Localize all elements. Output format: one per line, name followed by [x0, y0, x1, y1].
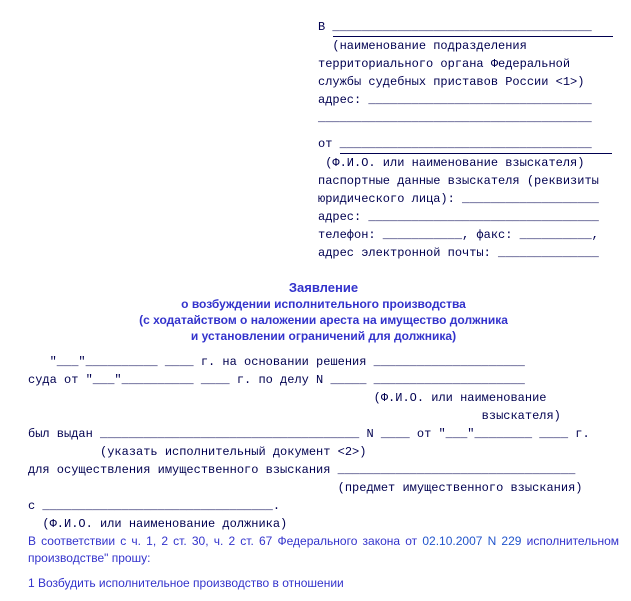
body-line-4: взыскателя) [28, 407, 619, 425]
body-line-2: суда от "___"__________ ____ г. по делу … [28, 371, 619, 389]
doc-title: Заявление [28, 280, 619, 295]
to-line: В ____________________________________ [318, 18, 619, 36]
body-line-8: (предмет имущественного взыскания) [28, 479, 619, 497]
address-line-1: адрес: _______________________________ [318, 91, 619, 109]
body-line-5: был выдан ______________________________… [28, 425, 619, 443]
body-line-3: (Ф.И.О. или наименование [28, 389, 619, 407]
address-blank: ______________________________________ [318, 109, 619, 127]
list-item-1: 1 Возбудить исполнительное производство … [28, 575, 619, 592]
legal-text-a: В соответствии с ч. 1, 2 ст. 30, ч. 2 ст… [28, 534, 422, 548]
from-line: от ___________________________________ [318, 135, 619, 153]
legal-paragraph: В соответствии с ч. 1, 2 ст. 30, ч. 2 ст… [28, 533, 619, 567]
passport-1: паспортные данные взыскателя (реквизиты [318, 172, 619, 190]
fio-hint: (Ф.И.О. или наименование взыскателя) [318, 154, 619, 172]
phone-fax: телефон: ___________, факс: __________, [318, 226, 619, 244]
subdivision-hint-2: территориального органа Федеральной [318, 55, 619, 73]
document-root: В ____________________________________ (… [0, 0, 631, 601]
body-line-9: с ________________________________. [28, 497, 619, 515]
legal-date: 02.10.2007 N 229 [422, 534, 521, 548]
body-line-10: (Ф.И.О. или наименование должника) [28, 515, 619, 533]
addressee-block: В ____________________________________ (… [318, 18, 619, 262]
subdivision-hint-1: (наименование подразделения [318, 37, 619, 55]
doc-subtitle-1: о возбуждении исполнительного производст… [28, 297, 619, 311]
doc-subtitle-3: и установлении ограничений для должника) [28, 329, 619, 343]
doc-subtitle-2: (с ходатайством о наложении ареста на им… [28, 313, 619, 327]
body-line-7: для осуществления имущественного взыскан… [28, 461, 619, 479]
subdivision-hint-3: службы судебных приставов России <1>) [318, 73, 619, 91]
passport-2: юридического лица): ___________________ [318, 190, 619, 208]
address-line-2: адрес: ________________________________ [318, 208, 619, 226]
body-line-6: (указать исполнительный документ <2>) [28, 443, 619, 461]
email-line: адрес электронной почты: ______________ [318, 244, 619, 262]
body-line-1: "___"__________ ____ г. на основании реш… [28, 353, 619, 371]
